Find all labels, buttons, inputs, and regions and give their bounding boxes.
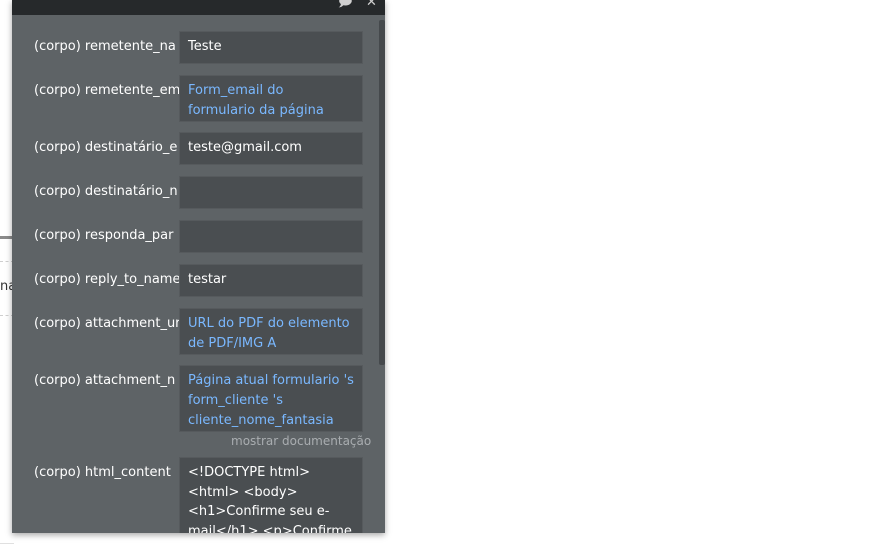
field-label: (corpo) destinatário_e: [34, 140, 178, 155]
reply-to-name-input[interactable]: testar: [179, 264, 363, 297]
destinatario-name-input[interactable]: [179, 176, 363, 209]
show-documentation-link[interactable]: mostrar documentação: [231, 434, 371, 448]
responda-para-input[interactable]: [179, 220, 363, 253]
field-label: (corpo) responda_par: [34, 228, 174, 243]
field-label: (corpo) destinatário_n: [34, 184, 178, 199]
field-label: (corpo) html_content: [34, 465, 171, 480]
field-label: (corpo) remetente_em: [34, 83, 181, 98]
panel-header: 🗩 ✕: [12, 0, 385, 15]
attachment-url-input[interactable]: URL do PDF do elemento de PDF/IMG A: [179, 308, 363, 355]
html-content-textarea[interactable]: <!DOCTYPE html> <html> <body> <h1>Confir…: [179, 457, 363, 533]
remetente-email-input[interactable]: Form_email do formulario da página atual: [179, 75, 363, 122]
background-divider: [0, 543, 14, 544]
comment-icon[interactable]: 🗩: [338, 0, 352, 10]
field-label: (corpo) reply_to_name: [34, 272, 181, 287]
field-label: (corpo) attachment_n: [34, 373, 176, 388]
field-label: (corpo) remetente_na: [34, 39, 176, 54]
field-label: (corpo) attachment_ur: [34, 316, 181, 331]
property-editor-panel: 🗩 ✕ (corpo) remetente_na Teste (corpo) r…: [12, 0, 385, 533]
panel-scrollbar[interactable]: [379, 20, 385, 365]
destinatario-email-input[interactable]: teste@gmail.com: [179, 132, 363, 165]
attachment-name-input[interactable]: Página atual formulario 's form_cliente …: [179, 365, 363, 432]
close-icon[interactable]: ✕: [366, 0, 377, 10]
remetente-name-input[interactable]: Teste: [179, 31, 363, 64]
